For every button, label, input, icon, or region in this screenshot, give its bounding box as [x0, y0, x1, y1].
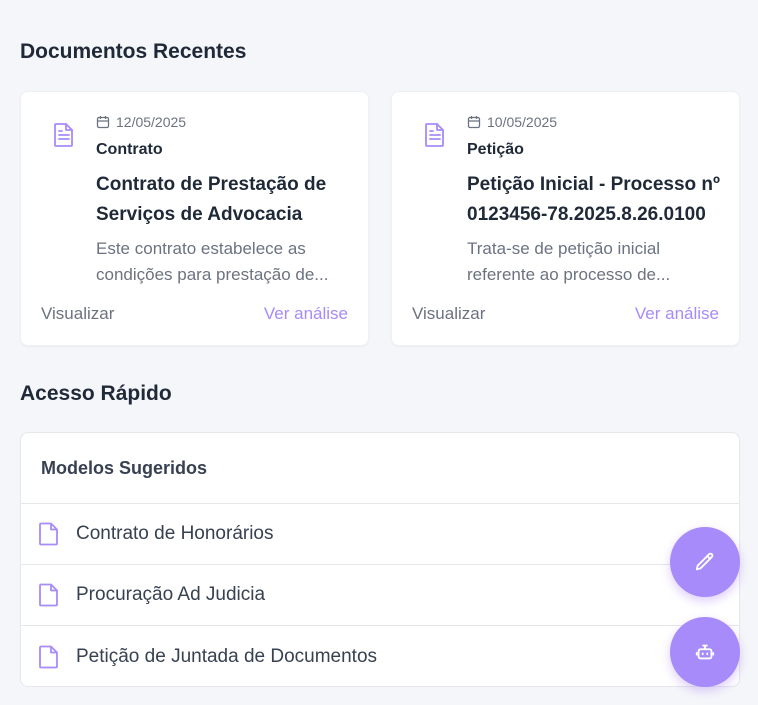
document-description: Este contrato estabelece as condições pa…: [96, 239, 329, 284]
view-document-link[interactable]: Visualizar: [41, 304, 114, 324]
file-icon: [39, 645, 58, 668]
document-description: Trata-se de petição inicial referente ao…: [467, 239, 671, 284]
file-text-icon: [425, 123, 444, 147]
suggested-models-title: Modelos Sugeridos: [21, 433, 739, 504]
file-icon: [39, 522, 58, 546]
document-title: Petição Inicial - Processo nº 0123456-78…: [467, 174, 720, 225]
model-item[interactable]: Contrato de Honorários: [21, 504, 739, 565]
view-analysis-link[interactable]: Ver análise: [264, 304, 348, 324]
file-text-icon: [54, 123, 73, 147]
file-icon: [39, 583, 58, 607]
view-analysis-link[interactable]: Ver análise: [635, 304, 719, 324]
calendar-icon: [96, 116, 110, 129]
document-date: 10/05/2025: [467, 114, 557, 130]
suggested-models-panel: Modelos Sugeridos Contrato de Honorários…: [20, 432, 740, 687]
recent-documents-title: Documentos Recentes: [20, 40, 247, 63]
calendar-icon: [467, 116, 481, 129]
document-title: Contrato de Prestação de Serviços de Adv…: [96, 174, 327, 225]
document-date-text: 10/05/2025: [487, 114, 558, 130]
pencil-icon: [695, 552, 714, 571]
document-date-text: 12/05/2025: [116, 114, 187, 130]
model-label: Procuração Ad Judicia: [76, 584, 266, 605]
document-type: Petição: [467, 141, 524, 158]
model-item[interactable]: Procuração Ad Judicia: [21, 565, 739, 626]
edit-fab-button[interactable]: [670, 527, 740, 597]
document-card[interactable]: 10/05/2025 Petição Petição Inicial - Pro…: [391, 91, 740, 346]
bot-icon: [695, 644, 715, 660]
view-document-link[interactable]: Visualizar: [412, 304, 485, 324]
document-date: 12/05/2025: [96, 114, 186, 130]
quick-access-title: Acesso Rápido: [20, 382, 172, 405]
assistant-fab-button[interactable]: [670, 617, 740, 687]
model-label: Petição de Juntada de Documentos: [76, 645, 378, 667]
document-type: Contrato: [96, 141, 163, 158]
document-card[interactable]: 12/05/2025 Contrato Contrato de Prestaçã…: [20, 91, 369, 346]
model-item[interactable]: Petição de Juntada de Documentos: [21, 626, 739, 686]
model-label: Contrato de Honorários: [76, 523, 274, 544]
